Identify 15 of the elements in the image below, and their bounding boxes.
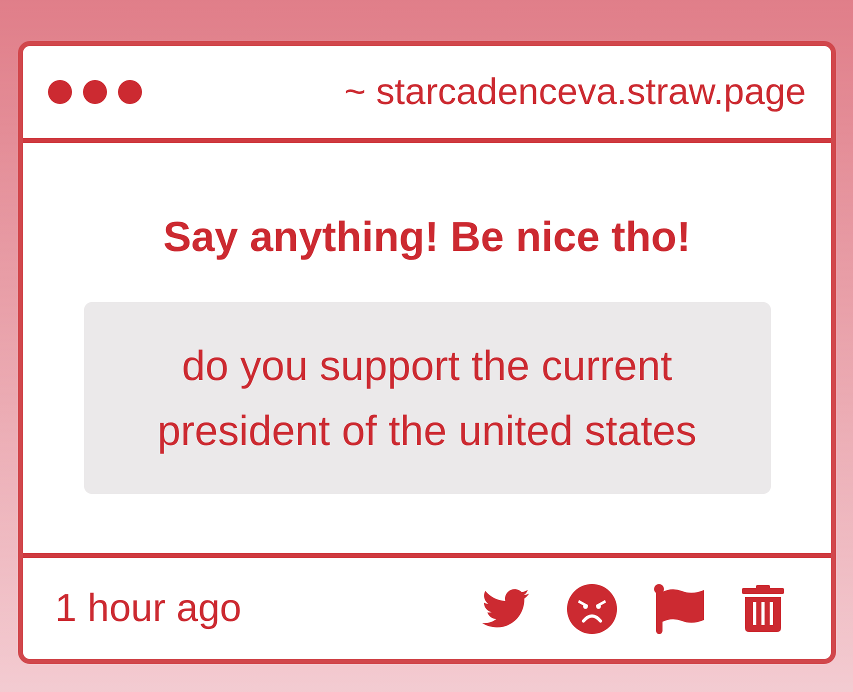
report-button[interactable] (654, 584, 705, 634)
dot-icon (83, 80, 107, 104)
tweet-button[interactable] (480, 588, 530, 629)
trash-icon (742, 585, 784, 632)
page-url: ~ starcadenceva.straw.page (344, 71, 806, 113)
react-button[interactable] (567, 584, 617, 634)
dot-icon (48, 80, 72, 104)
dot-icon (118, 80, 142, 104)
flag-icon (654, 584, 705, 634)
message-text: do you support the current president of the united states (156, 341, 698, 456)
delete-button[interactable] (742, 585, 784, 632)
prompt-title: Say anything! Be nice tho! (163, 212, 691, 262)
bird-icon (480, 588, 530, 629)
timestamp: 1 hour ago (55, 586, 242, 630)
angry-face-icon (567, 584, 617, 634)
